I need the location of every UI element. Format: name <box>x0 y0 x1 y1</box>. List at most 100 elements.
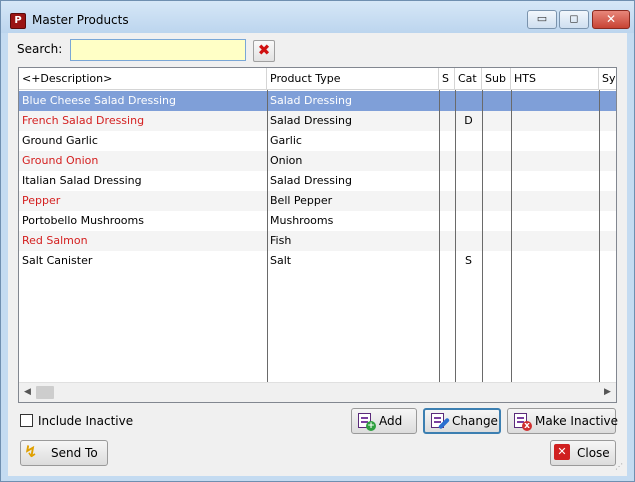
column-divider <box>599 90 600 382</box>
make-inactive-button-label: Make Inactive <box>535 414 619 428</box>
table-row[interactable]: Italian Salad Dressing Salad Dressing <box>19 171 616 191</box>
cell-hts <box>511 251 599 271</box>
table-row[interactable]: Pepper Bell Pepper <box>19 191 616 211</box>
cell-product-type: Fish <box>270 234 292 247</box>
clear-search-button[interactable]: ✖ <box>253 40 275 62</box>
cell-s <box>439 171 455 191</box>
add-button-label: Add <box>379 414 403 428</box>
cell-description: French Salad Dressing <box>22 114 145 127</box>
cell-sub <box>482 151 511 171</box>
column-divider <box>482 90 483 382</box>
cell-sys <box>599 151 616 171</box>
deactivate-product-icon: x <box>513 412 532 431</box>
cell-sys <box>599 231 616 251</box>
column-header-hts[interactable]: HTS <box>511 68 599 90</box>
cell-product-type: Salad Dressing <box>270 114 352 127</box>
cell-cat <box>455 151 482 171</box>
cell-description: Blue Cheese Salad Dressing <box>22 94 177 107</box>
cell-description: Pepper <box>22 194 61 207</box>
cell-s <box>439 211 455 231</box>
cell-cat <box>455 191 482 211</box>
cell-sub <box>482 131 511 151</box>
cell-description: Italian Salad Dressing <box>22 174 142 187</box>
cell-cat <box>455 91 482 111</box>
add-button[interactable]: + Add <box>351 408 417 434</box>
cell-sys <box>599 171 616 191</box>
cell-s <box>439 111 455 131</box>
cell-sub <box>482 191 511 211</box>
table-header: <+Description> Product Type S Cat Sub HT… <box>19 68 616 90</box>
scroll-right-icon[interactable]: ▶ <box>599 383 616 402</box>
cell-description: Ground Onion <box>22 154 99 167</box>
table-row[interactable]: Portobello Mushrooms Mushrooms <box>19 211 616 231</box>
cell-sys <box>599 131 616 151</box>
table-row[interactable]: Ground Garlic Garlic <box>19 131 616 151</box>
cell-sys <box>599 111 616 131</box>
column-header-sub[interactable]: Sub <box>482 68 511 90</box>
cell-product-type: Salt <box>270 254 292 267</box>
products-table[interactable]: <+Description> Product Type S Cat Sub HT… <box>18 67 617 403</box>
edit-product-icon <box>430 412 451 430</box>
table-row[interactable]: Ground Onion Onion <box>19 151 616 171</box>
table-row[interactable]: French Salad Dressing Salad Dressing D <box>19 111 616 131</box>
table-row[interactable]: Blue Cheese Salad Dressing Salad Dressing <box>19 91 616 111</box>
column-divider <box>267 90 268 382</box>
table-row[interactable]: Red Salmon Fish <box>19 231 616 251</box>
cell-sys <box>599 251 616 271</box>
minimize-button[interactable]: ▭ <box>527 10 557 29</box>
cell-cat <box>455 171 482 191</box>
cell-hts <box>511 111 599 131</box>
window-title: Master Products <box>32 13 129 27</box>
cell-sub <box>482 111 511 131</box>
column-header-s[interactable]: S <box>439 68 455 90</box>
column-header-sys[interactable]: Sys <box>599 68 616 90</box>
cell-product-type: Salad Dressing <box>270 94 352 107</box>
change-button[interactable]: Change <box>423 408 501 434</box>
cell-hts <box>511 211 599 231</box>
send-to-button[interactable]: ↯ Send To <box>20 440 108 466</box>
app-icon: P <box>10 13 26 29</box>
column-divider <box>439 90 440 382</box>
scroll-thumb[interactable] <box>36 386 54 399</box>
master-products-window: P Master Products ▭ ◻ ✕ Search: ✖ <+Desc… <box>0 0 635 482</box>
resize-grip-icon[interactable]: ⋰ <box>615 463 625 474</box>
horizontal-scrollbar[interactable]: ◀ ▶ <box>19 382 616 402</box>
include-inactive-label: Include Inactive <box>38 414 134 428</box>
column-divider <box>511 90 512 382</box>
cell-cat <box>455 211 482 231</box>
close-window-button[interactable]: ✕ <box>592 10 630 29</box>
cell-sub <box>482 91 511 111</box>
cell-s <box>439 91 455 111</box>
maximize-button[interactable]: ◻ <box>559 10 589 29</box>
cell-s <box>439 191 455 211</box>
title-bar[interactable]: P Master Products ▭ ◻ ✕ <box>1 1 634 33</box>
change-button-label: Change <box>452 414 498 428</box>
cell-sub <box>482 251 511 271</box>
column-header-product-type[interactable]: Product Type <box>267 68 439 90</box>
cell-cat <box>455 231 482 251</box>
include-inactive-checkbox[interactable] <box>20 414 33 427</box>
scroll-left-icon[interactable]: ◀ <box>19 383 36 402</box>
cell-s <box>439 231 455 251</box>
column-header-description[interactable]: <+Description> <box>19 68 267 90</box>
search-input[interactable] <box>70 39 246 61</box>
cell-hts <box>511 91 599 111</box>
close-button-label: Close <box>577 446 610 460</box>
cell-hts <box>511 171 599 191</box>
cell-hts <box>511 151 599 171</box>
close-button[interactable]: ✕ Close <box>550 440 616 466</box>
clear-icon: ✖ <box>257 41 271 59</box>
cell-hts <box>511 191 599 211</box>
dialog-body: Search: ✖ <+Description> Product Type S … <box>8 33 627 476</box>
cell-hts <box>511 231 599 251</box>
close-icon: ✕ <box>554 444 570 460</box>
cell-product-type: Salad Dressing <box>270 174 352 187</box>
column-header-cat[interactable]: Cat <box>455 68 482 90</box>
cell-cat <box>455 131 482 151</box>
column-divider <box>455 90 456 382</box>
cell-description: Red Salmon <box>22 234 88 247</box>
cell-sys <box>599 91 616 111</box>
cell-sys <box>599 211 616 231</box>
make-inactive-button[interactable]: x Make Inactive <box>507 408 619 434</box>
table-row[interactable]: Salt Canister Salt S <box>19 251 616 271</box>
